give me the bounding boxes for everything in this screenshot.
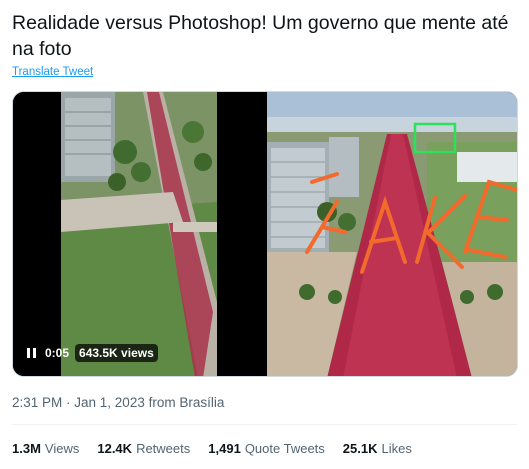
quote-tweets-stat[interactable]: 1,491 Quote Tweets xyxy=(208,441,325,456)
pause-icon[interactable] xyxy=(27,347,39,359)
views-label: Views xyxy=(44,441,80,456)
quotes-label: Quote Tweets xyxy=(244,441,325,456)
quotes-count: 1,491 xyxy=(208,441,241,456)
tweet-text: Realidade versus Photoshop! Um governo q… xyxy=(12,12,509,60)
likes-stat[interactable]: 25.1K Likes xyxy=(343,441,412,456)
views-stat[interactable]: 1.3M Views xyxy=(12,441,79,456)
retweets-count: 12.4K xyxy=(97,441,133,456)
retweets-label: Retweets xyxy=(136,441,191,456)
tweet-stats: 1.3M Views 12.4K Retweets 1,491 Quote Tweet… xyxy=(12,441,412,456)
likes-label: Likes xyxy=(381,441,412,456)
video-frame xyxy=(13,92,265,376)
photo-frame xyxy=(267,92,517,376)
video-player[interactable]: 0:05 643.5K views xyxy=(13,92,265,376)
tweet-timestamp[interactable]: 2:31 PM · Jan 1, 2023 from Brasília xyxy=(12,395,224,410)
video-controls: 0:05 643.5K views xyxy=(27,344,158,362)
views-count: 1.3M xyxy=(12,441,41,456)
tweet-media: 0:05 643.5K views xyxy=(12,91,518,377)
photo-image[interactable] xyxy=(267,92,517,376)
divider xyxy=(12,424,517,425)
video-view-count: 643.5K views xyxy=(75,344,158,362)
retweets-stat[interactable]: 12.4K Retweets xyxy=(97,441,190,456)
translate-tweet-link[interactable]: Translate Tweet xyxy=(12,66,93,78)
likes-count: 25.1K xyxy=(342,441,378,456)
video-time: 0:05 xyxy=(45,346,70,360)
